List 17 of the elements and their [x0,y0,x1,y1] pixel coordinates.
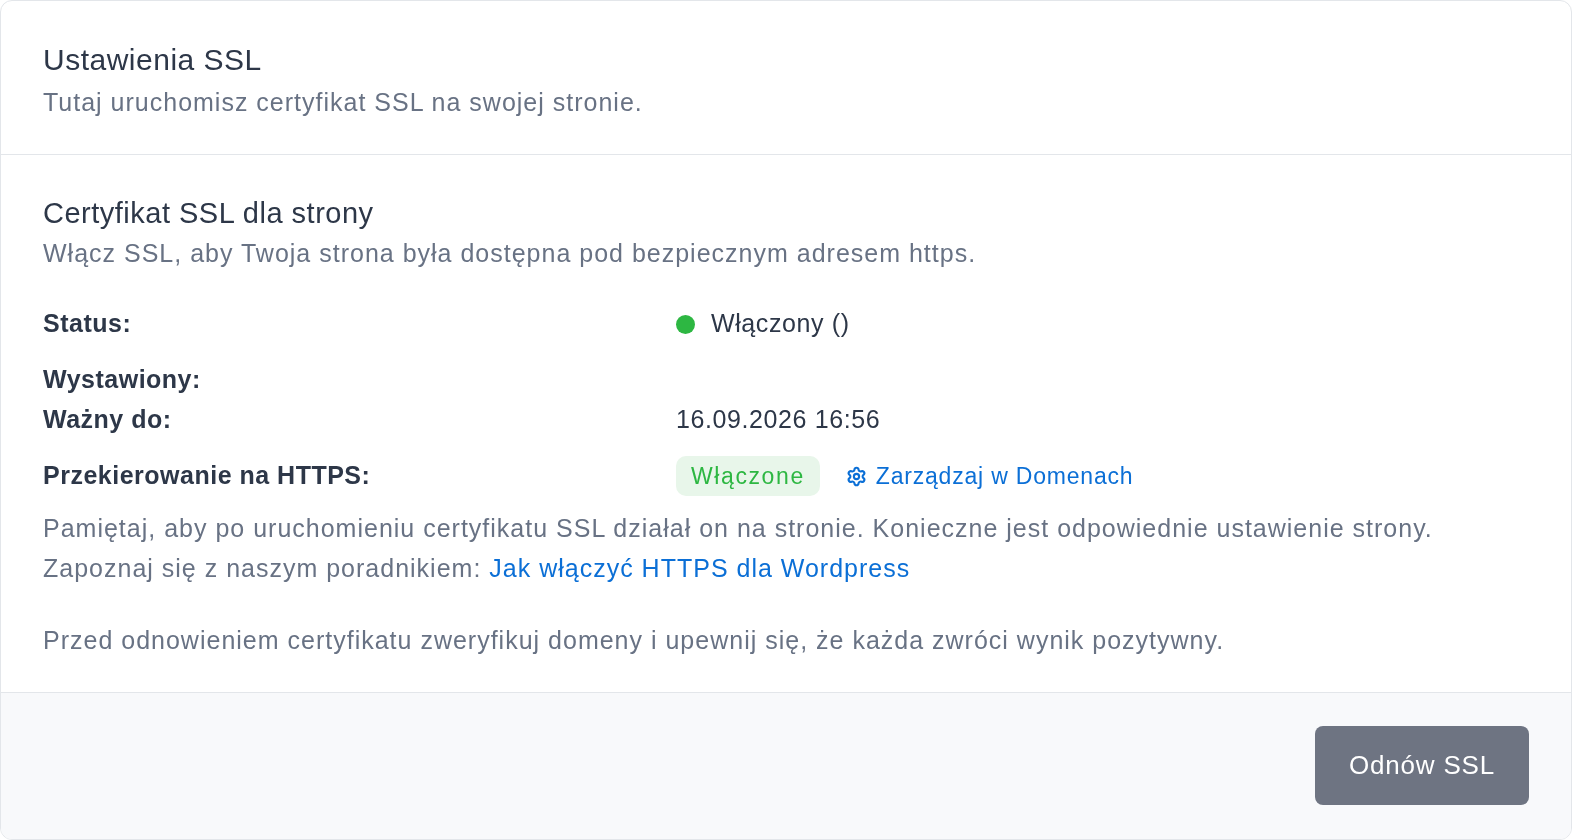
status-value: Włączony () [711,308,850,340]
page-subtitle: Tutaj uruchomisz certyfikat SSL na swojej stronie. [43,87,644,118]
https-note: Pamiętaj, aby po uruchomieniu certyfikatu SSL działał on na stronie. Konieczne jest odpowiednie ustawienie strony. Zapoznaj się z naszym poradnikiem: Jak włączyć HTTPS dla Wordpress [43,513,1434,584]
detail-label: Wystawiony: [43,364,202,396]
settings-icon [845,465,867,487]
detail-label: Ważny do: [43,404,173,436]
section-title: Certyfikat SSL dla strony [43,196,375,231]
detail-label: Przekierowanie na HTTPS: [43,460,372,492]
page-title: Ustawienia SSL [43,42,263,78]
status-badge: Włączone [676,456,820,496]
https-guide-link[interactable]: Jak włączyć HTTPS dla Wordpress [489,554,911,582]
section-description: Włącz SSL, aby Twoja strona była dostępna pod bezpiecznym adresem https. [43,238,978,269]
detail-value: 16.09.2026 16:56 [676,404,881,436]
renewal-warning: Przed odnowieniem certyfikatu zweryfikuj domeny i upewnij się, że każda zwróci wynik pozytywny. [43,625,1226,656]
renew-ssl-button[interactable]: Odnów SSL [1315,726,1529,805]
manage-domains-link[interactable]: Zarządzaj w Domenach [845,458,1134,494]
detail-label: Status: [43,308,133,340]
